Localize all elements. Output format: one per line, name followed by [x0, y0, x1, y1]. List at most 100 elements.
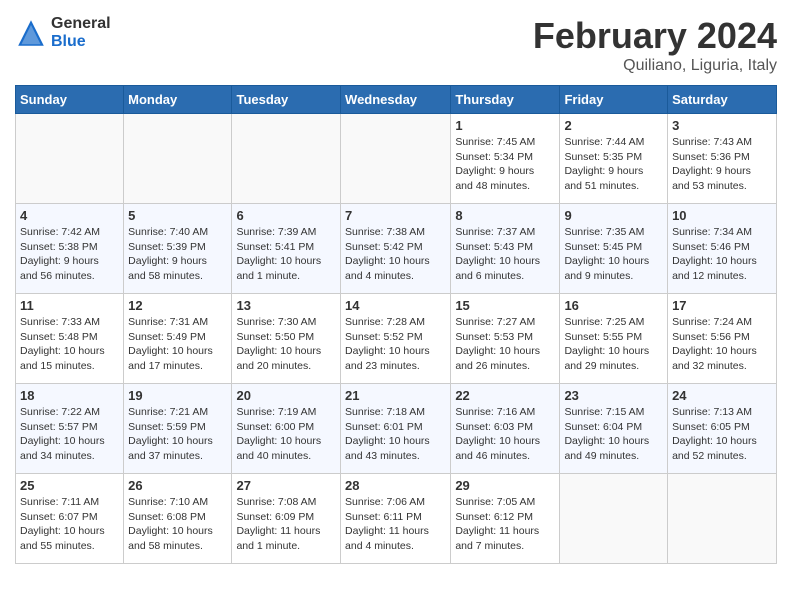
day-info: Sunrise: 7:38 AM Sunset: 5:42 PM Dayligh… — [345, 225, 446, 284]
calendar-cell: 9 Sunrise: 7:35 AM Sunset: 5:45 PM Daylig… — [560, 204, 668, 294]
day-info: Sunrise: 7:15 AM Sunset: 6:04 PM Dayligh… — [564, 405, 663, 464]
header-col-wednesday: Wednesday — [341, 86, 451, 114]
day-number: 7 — [345, 208, 446, 223]
day-number: 1 — [455, 118, 555, 133]
calendar-cell: 14 Sunrise: 7:28 AM Sunset: 5:52 PM Dayli… — [341, 294, 451, 384]
title-block: February 2024 Quiliano, Liguria, Italy — [533, 15, 777, 75]
day-info: Sunrise: 7:42 AM Sunset: 5:38 PM Dayligh… — [20, 225, 119, 284]
day-info: Sunrise: 7:24 AM Sunset: 5:56 PM Dayligh… — [672, 315, 772, 374]
day-number: 25 — [20, 478, 119, 493]
calendar-cell — [124, 114, 232, 204]
day-info: Sunrise: 7:35 AM Sunset: 5:45 PM Dayligh… — [564, 225, 663, 284]
week-row-5: 25 Sunrise: 7:11 AM Sunset: 6:07 PM Dayli… — [16, 474, 777, 564]
header-col-friday: Friday — [560, 86, 668, 114]
calendar-subtitle: Quiliano, Liguria, Italy — [533, 57, 777, 75]
day-info: Sunrise: 7:31 AM Sunset: 5:49 PM Dayligh… — [128, 315, 227, 374]
day-info: Sunrise: 7:45 AM Sunset: 5:34 PM Dayligh… — [455, 135, 555, 194]
week-row-2: 4 Sunrise: 7:42 AM Sunset: 5:38 PM Daylig… — [16, 204, 777, 294]
calendar-cell: 16Sunrise: 7:25 AM Sunset: 5:55 PM Dayli… — [560, 294, 668, 384]
day-info: Sunrise: 7:06 AM Sunset: 6:11 PM Dayligh… — [345, 495, 446, 554]
day-number: 20 — [236, 388, 336, 403]
calendar-cell — [16, 114, 124, 204]
day-info: Sunrise: 7:21 AM Sunset: 5:59 PM Dayligh… — [128, 405, 227, 464]
calendar-cell — [341, 114, 451, 204]
day-info: Sunrise: 7:22 AM Sunset: 5:57 PM Dayligh… — [20, 405, 119, 464]
day-number: 23 — [564, 388, 663, 403]
week-row-3: 11 Sunrise: 7:33 AM Sunset: 5:48 PM Dayli… — [16, 294, 777, 384]
calendar-cell: 20 Sunrise: 7:19 AM Sunset: 6:00 PM Dayli… — [232, 384, 341, 474]
calendar-cell — [560, 474, 668, 564]
header-col-thursday: Thursday — [451, 86, 560, 114]
day-number: 28 — [345, 478, 446, 493]
calendar-cell: 28 Sunrise: 7:06 AM Sunset: 6:11 PM Dayli… — [341, 474, 451, 564]
day-info: Sunrise: 7:19 AM Sunset: 6:00 PM Dayligh… — [236, 405, 336, 464]
day-number: 22 — [455, 388, 555, 403]
day-number: 2 — [564, 118, 663, 133]
day-number: 9 — [564, 208, 663, 223]
calendar-cell — [232, 114, 341, 204]
calendar-cell: 8 Sunrise: 7:37 AM Sunset: 5:43 PM Daylig… — [451, 204, 560, 294]
calendar-cell: 2 Sunrise: 7:44 AM Sunset: 5:35 PM Daylig… — [560, 114, 668, 204]
day-info: Sunrise: 7:33 AM Sunset: 5:48 PM Dayligh… — [20, 315, 119, 374]
day-number: 21 — [345, 388, 446, 403]
day-info: Sunrise: 7:08 AM Sunset: 6:09 PM Dayligh… — [236, 495, 336, 554]
calendar-cell: 10 Sunrise: 7:34 AM Sunset: 5:46 PM Dayli… — [668, 204, 777, 294]
day-number: 13 — [236, 298, 336, 313]
day-info: Sunrise: 7:28 AM Sunset: 5:52 PM Dayligh… — [345, 315, 446, 374]
day-info: Sunrise: 7:11 AM Sunset: 6:07 PM Dayligh… — [20, 495, 119, 554]
day-number: 8 — [455, 208, 555, 223]
day-number: 26 — [128, 478, 227, 493]
day-info: Sunrise: 7:40 AM Sunset: 5:39 PM Dayligh… — [128, 225, 227, 284]
calendar-cell: 4 Sunrise: 7:42 AM Sunset: 5:38 PM Daylig… — [16, 204, 124, 294]
day-info: Sunrise: 7:27 AM Sunset: 5:53 PM Dayligh… — [455, 315, 555, 374]
day-number: 3 — [672, 118, 772, 133]
day-info: Sunrise: 7:16 AM Sunset: 6:03 PM Dayligh… — [455, 405, 555, 464]
day-info: Sunrise: 7:18 AM Sunset: 6:01 PM Dayligh… — [345, 405, 446, 464]
header-col-monday: Monday — [124, 86, 232, 114]
day-number: 19 — [128, 388, 227, 403]
day-number: 27 — [236, 478, 336, 493]
calendar-cell: 29Sunrise: 7:05 AM Sunset: 6:12 PM Dayli… — [451, 474, 560, 564]
calendar-cell: 27 Sunrise: 7:08 AM Sunset: 6:09 PM Dayli… — [232, 474, 341, 564]
calendar-cell: 12 Sunrise: 7:31 AM Sunset: 5:49 PM Dayli… — [124, 294, 232, 384]
logo-text: General Blue — [51, 15, 111, 51]
logo: General Blue — [15, 15, 111, 51]
calendar-table: SundayMondayTuesdayWednesdayThursdayFrid… — [15, 85, 777, 564]
day-number: 15 — [455, 298, 555, 313]
day-info: Sunrise: 7:44 AM Sunset: 5:35 PM Dayligh… — [564, 135, 663, 194]
day-number: 10 — [672, 208, 772, 223]
week-row-1: 1 Sunrise: 7:45 AM Sunset: 5:34 PM Daylig… — [16, 114, 777, 204]
calendar-cell: 21 Sunrise: 7:18 AM Sunset: 6:01 PM Dayli… — [341, 384, 451, 474]
calendar-cell: 24Sunrise: 7:13 AM Sunset: 6:05 PM Dayli… — [668, 384, 777, 474]
day-info: Sunrise: 7:37 AM Sunset: 5:43 PM Dayligh… — [455, 225, 555, 284]
header-col-saturday: Saturday — [668, 86, 777, 114]
header-col-sunday: Sunday — [16, 86, 124, 114]
calendar-cell: 3 Sunrise: 7:43 AM Sunset: 5:36 PM Daylig… — [668, 114, 777, 204]
day-number: 12 — [128, 298, 227, 313]
day-number: 29 — [455, 478, 555, 493]
day-info: Sunrise: 7:34 AM Sunset: 5:46 PM Dayligh… — [672, 225, 772, 284]
day-number: 4 — [20, 208, 119, 223]
day-number: 18 — [20, 388, 119, 403]
calendar-header-row: SundayMondayTuesdayWednesdayThursdayFrid… — [16, 86, 777, 114]
calendar-cell: 25 Sunrise: 7:11 AM Sunset: 6:07 PM Dayli… — [16, 474, 124, 564]
day-info: Sunrise: 7:43 AM Sunset: 5:36 PM Dayligh… — [672, 135, 772, 194]
calendar-cell: 1 Sunrise: 7:45 AM Sunset: 5:34 PM Daylig… — [451, 114, 560, 204]
calendar-cell: 26Sunrise: 7:10 AM Sunset: 6:08 PM Dayli… — [124, 474, 232, 564]
calendar-cell: 23 Sunrise: 7:15 AM Sunset: 6:04 PM Dayli… — [560, 384, 668, 474]
calendar-cell: 11 Sunrise: 7:33 AM Sunset: 5:48 PM Dayli… — [16, 294, 124, 384]
calendar-cell: 5 Sunrise: 7:40 AM Sunset: 5:39 PM Daylig… — [124, 204, 232, 294]
day-number: 17 — [672, 298, 772, 313]
day-info: Sunrise: 7:25 AM Sunset: 5:55 PM Dayligh… — [564, 315, 663, 374]
day-number: 11 — [20, 298, 119, 313]
day-number: 5 — [128, 208, 227, 223]
calendar-cell: 18 Sunrise: 7:22 AM Sunset: 5:57 PM Dayli… — [16, 384, 124, 474]
calendar-title: February 2024 — [533, 15, 777, 57]
day-number: 14 — [345, 298, 446, 313]
calendar-cell: 22 Sunrise: 7:16 AM Sunset: 6:03 PM Dayli… — [451, 384, 560, 474]
header-col-tuesday: Tuesday — [232, 86, 341, 114]
calendar-cell: 13Sunrise: 7:30 AM Sunset: 5:50 PM Dayli… — [232, 294, 341, 384]
calendar-cell: 17 Sunrise: 7:24 AM Sunset: 5:56 PM Dayli… — [668, 294, 777, 384]
calendar-cell: 15 Sunrise: 7:27 AM Sunset: 5:53 PM Dayli… — [451, 294, 560, 384]
logo-icon — [15, 17, 47, 49]
